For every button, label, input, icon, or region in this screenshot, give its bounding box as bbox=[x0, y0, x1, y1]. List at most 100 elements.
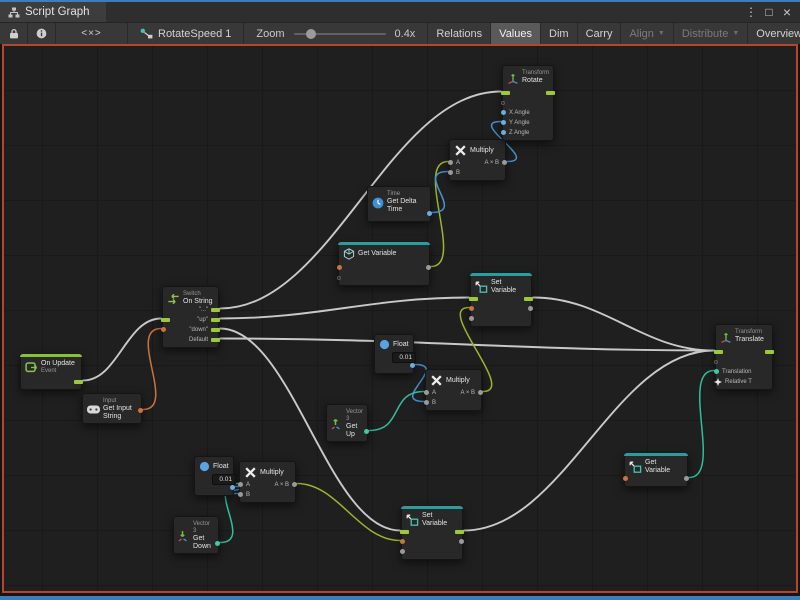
wire[interactable] bbox=[143, 329, 161, 410]
node-translate[interactable]: TransformTranslateTranslationRelative T bbox=[715, 324, 773, 390]
orange-port[interactable] bbox=[337, 265, 342, 270]
vector3-port[interactable] bbox=[364, 429, 369, 434]
window-focus-strip-bottom bbox=[0, 596, 800, 600]
node-vector3-get-up[interactable]: Vector 3Get Up bbox=[326, 404, 368, 442]
gray-port[interactable] bbox=[469, 316, 474, 321]
toolbar-button-overview[interactable]: Overview bbox=[748, 23, 800, 44]
flow-port[interactable] bbox=[74, 380, 83, 384]
code-view-button[interactable]: <×> bbox=[56, 23, 128, 44]
menu-button[interactable]: ⋮ bbox=[742, 6, 760, 18]
gray-port[interactable] bbox=[400, 549, 405, 554]
info-button[interactable] bbox=[28, 23, 56, 44]
node-multiply-top[interactable]: MultiplyABA × B bbox=[449, 139, 506, 181]
blue-port[interactable] bbox=[410, 363, 415, 368]
zoom-slider[interactable] bbox=[294, 33, 386, 35]
wire[interactable] bbox=[464, 351, 714, 531]
gray-port[interactable] bbox=[426, 265, 431, 270]
blue-port[interactable] bbox=[501, 130, 506, 135]
close-button[interactable]: × bbox=[778, 6, 796, 19]
node-get-variable-br[interactable]: Get Variable bbox=[624, 453, 688, 487]
toolbar-button-carry[interactable]: Carry bbox=[578, 23, 622, 44]
lock-button[interactable] bbox=[0, 23, 28, 44]
graph-breadcrumb[interactable]: RotateSpeed 1 bbox=[128, 23, 244, 44]
input-port-row bbox=[400, 547, 405, 556]
graph-icon bbox=[8, 7, 20, 18]
gray-port[interactable] bbox=[528, 306, 533, 311]
flow-port[interactable] bbox=[211, 328, 220, 332]
flow-port[interactable] bbox=[524, 297, 533, 301]
vector3-port[interactable] bbox=[714, 369, 719, 374]
vector3-port[interactable] bbox=[215, 541, 220, 546]
flow-port[interactable] bbox=[400, 530, 409, 534]
output-port-row bbox=[524, 294, 533, 303]
star-icon[interactable] bbox=[714, 378, 722, 386]
flow-port[interactable] bbox=[455, 530, 464, 534]
flow-port[interactable] bbox=[714, 350, 723, 354]
wire[interactable] bbox=[220, 339, 714, 351]
gray-port[interactable] bbox=[478, 390, 483, 395]
wire[interactable] bbox=[432, 172, 448, 213]
flow-port[interactable] bbox=[546, 91, 555, 95]
flow-port[interactable] bbox=[501, 91, 510, 95]
orange-port[interactable] bbox=[161, 327, 166, 332]
blue-port[interactable] bbox=[501, 110, 506, 115]
wire[interactable] bbox=[369, 392, 424, 431]
orange-port[interactable] bbox=[138, 408, 143, 413]
output-port-row: "down" bbox=[189, 325, 220, 334]
gray-port[interactable] bbox=[459, 539, 464, 544]
gray-port[interactable] bbox=[424, 400, 429, 405]
node-set-variable-mid[interactable]: Set Variable bbox=[470, 273, 532, 327]
gray-port[interactable] bbox=[238, 482, 243, 487]
node-multiply-mid[interactable]: MultiplyABA × B bbox=[425, 369, 482, 411]
node-set-variable-bottom[interactable]: Set Variable bbox=[401, 506, 463, 560]
flow-port[interactable] bbox=[765, 350, 774, 354]
orange-port[interactable] bbox=[623, 476, 628, 481]
gray-port[interactable] bbox=[448, 160, 453, 165]
flow-port[interactable] bbox=[211, 338, 220, 342]
wire[interactable] bbox=[533, 298, 714, 351]
wire[interactable] bbox=[431, 162, 448, 267]
gray-port[interactable] bbox=[502, 160, 507, 165]
toolbar-button-dim[interactable]: Dim bbox=[541, 23, 578, 44]
tab-label: Script Graph bbox=[25, 6, 90, 18]
flow-port[interactable] bbox=[211, 318, 220, 322]
flow-port[interactable] bbox=[211, 308, 220, 312]
zoom-slider-handle[interactable] bbox=[306, 29, 316, 39]
node-float-bottom[interactable]: Float0.01 bbox=[194, 456, 234, 496]
tab-script-graph[interactable]: Script Graph bbox=[0, 2, 106, 22]
gray-port[interactable] bbox=[238, 492, 243, 497]
node-switch-on-string[interactable]: SwitchOn String"...""up""down"Default bbox=[162, 286, 219, 348]
gray-port[interactable] bbox=[684, 476, 689, 481]
node-get-variable-mid[interactable]: Get Variable bbox=[338, 242, 430, 286]
output-port-row: Default bbox=[189, 335, 220, 344]
node-on-update[interactable]: On UpdateEvent bbox=[20, 354, 82, 390]
blue-port[interactable] bbox=[230, 485, 235, 490]
port-spacer bbox=[161, 307, 170, 312]
toolbar-button-values[interactable]: Values bbox=[491, 23, 541, 44]
flow-port[interactable] bbox=[161, 318, 170, 322]
toolbar-button-relations[interactable]: Relations bbox=[428, 23, 491, 44]
node-vector3-get-down[interactable]: Vector 3Get Down bbox=[173, 516, 219, 554]
flow-port[interactable] bbox=[469, 297, 478, 301]
node-get-input-string[interactable]: InputGet Input String bbox=[82, 393, 142, 424]
node-multiply-bottom[interactable]: MultiplyABA × B bbox=[239, 461, 296, 503]
node-get-delta-time[interactable]: TimeGet Delta Time bbox=[367, 186, 431, 222]
orange-port[interactable] bbox=[400, 539, 405, 544]
graph-canvas[interactable]: On UpdateEventInputGet Input StringSwitc… bbox=[2, 44, 798, 593]
node-float-mid[interactable]: Float0.01 bbox=[374, 334, 414, 374]
gray-port[interactable] bbox=[424, 390, 429, 395]
node-title: Get Variable bbox=[358, 250, 396, 258]
wire[interactable] bbox=[689, 371, 714, 478]
port-label: "down" bbox=[189, 327, 208, 333]
blue-port[interactable] bbox=[427, 211, 432, 216]
gray-port[interactable] bbox=[448, 170, 453, 175]
orange-port[interactable] bbox=[469, 306, 474, 311]
blue-port[interactable] bbox=[501, 120, 506, 125]
input-port-row bbox=[623, 474, 628, 483]
node-rotate[interactable]: TransformRotateX AngleY AngleZ Angle bbox=[502, 65, 554, 141]
gray-port[interactable] bbox=[292, 482, 297, 487]
tab-bar: Script Graph ⋮□× bbox=[0, 2, 800, 22]
maximize-button[interactable]: □ bbox=[760, 6, 778, 18]
node-title: On Update bbox=[41, 360, 75, 368]
wire[interactable] bbox=[297, 484, 400, 541]
